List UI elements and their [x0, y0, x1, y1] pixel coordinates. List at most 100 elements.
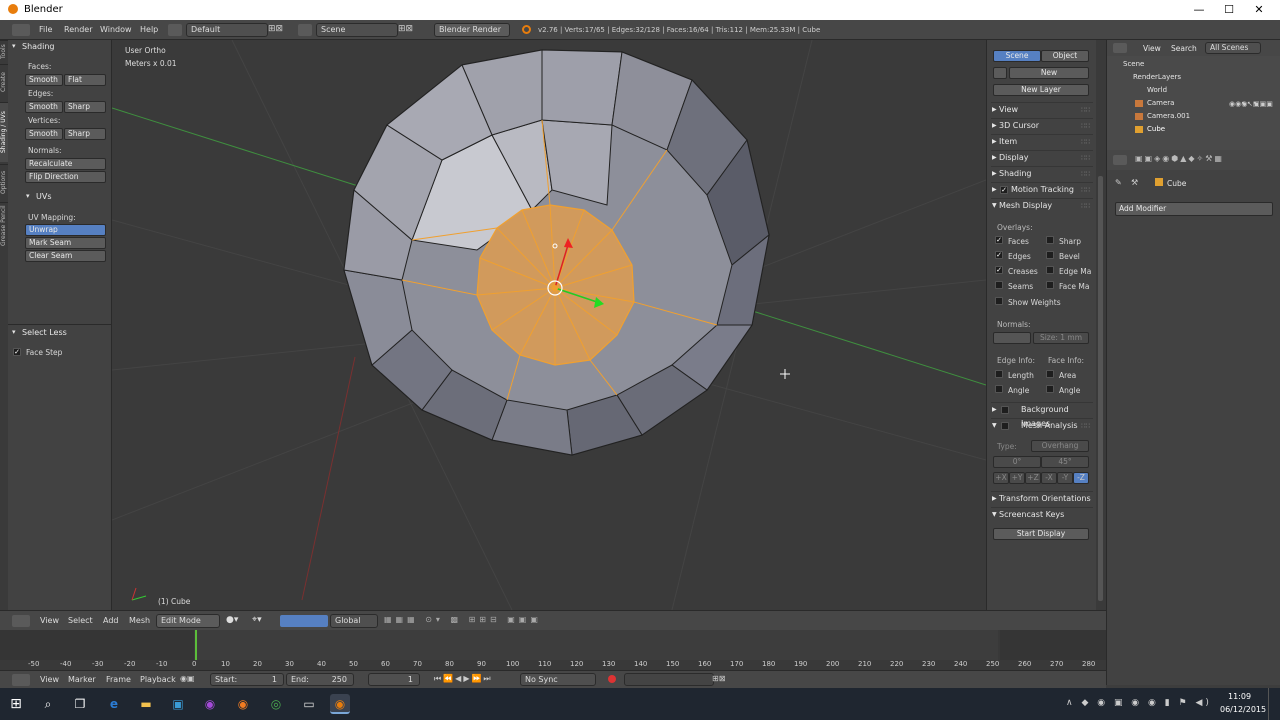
vp-menu-select[interactable]: Select	[68, 616, 93, 625]
render-engine-select[interactable]: Blender Render	[434, 23, 510, 37]
keying-set-field[interactable]	[624, 673, 714, 686]
vp-menu-mesh[interactable]: Mesh	[129, 616, 150, 625]
screen-layout-field[interactable]: Default	[186, 23, 268, 37]
tab-create[interactable]: Create	[0, 64, 8, 100]
panel-screencast-keys[interactable]: ▼ Screencast Keys	[991, 507, 1093, 521]
tl-menu-frame[interactable]: Frame	[106, 675, 131, 684]
edge-angle-checkbox[interactable]	[995, 385, 1003, 393]
outliner-editor-icon[interactable]	[1113, 43, 1127, 53]
mode-select[interactable]: Edit Mode	[156, 614, 220, 628]
search-icon[interactable]: ⌕	[38, 694, 58, 714]
properties-editor-icon[interactable]	[1113, 155, 1127, 165]
tl-menu-playback[interactable]: Playback	[140, 675, 176, 684]
axis-minus-y-button[interactable]: -Y	[1057, 472, 1073, 484]
outliner-search-menu[interactable]: Search	[1171, 44, 1197, 53]
panel-item[interactable]: ▶ Item ∷∷	[991, 134, 1093, 148]
axis-plus-y-button[interactable]: +Y	[1009, 472, 1025, 484]
selectability-arrow-icon[interactable]: ↖↖↖	[1241, 98, 1259, 134]
creases-overlay-checkbox[interactable]: ✓	[995, 266, 1003, 274]
menu-help[interactable]: Help	[140, 25, 158, 34]
outliner-view-menu[interactable]: View	[1143, 44, 1161, 53]
menu-render[interactable]: Render	[64, 25, 92, 34]
tl-menu-view[interactable]: View	[40, 675, 59, 684]
shading-panel-header[interactable]: Shading	[22, 42, 55, 51]
outliner-cube[interactable]: Cube	[1147, 125, 1165, 133]
outliner-world[interactable]: World	[1147, 86, 1167, 94]
add-modifier-button[interactable]: Add Modifier	[1115, 202, 1273, 216]
tab-options[interactable]: Options	[0, 164, 8, 200]
clock-date[interactable]: 06/12/2015	[1220, 705, 1266, 714]
panel-background-images[interactable]: ▶ Background Images	[991, 402, 1093, 428]
panel-transform-orientations[interactable]: ▶ Transform Orientations	[991, 491, 1093, 505]
edges-smooth-button[interactable]: Smooth	[25, 101, 63, 113]
faces-smooth-button[interactable]: Smooth	[25, 74, 63, 86]
store-icon[interactable]: ▣	[168, 694, 188, 714]
viewport-editor-icon[interactable]	[12, 615, 30, 627]
panel-mesh-display[interactable]: ▼ Mesh Display ∷∷	[991, 198, 1093, 212]
chrome-icon[interactable]: ◎	[266, 694, 286, 714]
length-checkbox[interactable]	[995, 370, 1003, 378]
blender-taskbar-icon[interactable]: ◉	[330, 694, 350, 714]
panel-view[interactable]: ▶ View ∷∷	[991, 102, 1093, 116]
axis-minus-x-button[interactable]: -X	[1041, 472, 1057, 484]
pin-icon[interactable]: ✎	[1115, 178, 1122, 187]
panel-3d-cursor[interactable]: ▶ 3D Cursor ∷∷	[991, 118, 1093, 132]
faces-overlay-checkbox[interactable]: ✓	[995, 236, 1003, 244]
sharp-overlay-checkbox[interactable]	[1046, 236, 1054, 244]
menu-file[interactable]: File	[39, 25, 52, 34]
axis-plus-z-button[interactable]: +Z	[1025, 472, 1041, 484]
minimize-button[interactable]: —	[1184, 2, 1214, 18]
uvs-collapse-icon[interactable]: ▾	[26, 192, 30, 200]
clear-seam-button[interactable]: Clear Seam	[25, 250, 106, 262]
vertices-sharp-button[interactable]: Sharp	[64, 128, 106, 140]
tab-tools[interactable]: Tools	[0, 40, 8, 62]
outliner-scene[interactable]: Scene	[1123, 60, 1144, 68]
system-tray-icons[interactable]: ∧ ◆ ◉ ▣ ◉ ◉ ▮ ⚑ ◀)	[1066, 698, 1226, 710]
analysis-type-select[interactable]: Overhang	[1031, 440, 1089, 452]
panel-display[interactable]: ▶ Display ∷∷	[991, 150, 1093, 164]
timeline[interactable]: -50 -40 -30 -20 -10 0 10 20 30 40 50 60 …	[0, 630, 1106, 670]
operator-panel-header[interactable]: Select Less	[22, 328, 67, 337]
layout-grid-icon[interactable]	[168, 24, 182, 36]
unwrap-button[interactable]: Unwrap	[25, 224, 106, 236]
normals-size-field[interactable]: Size: 1 mm	[1033, 332, 1089, 344]
panel-collapse-icon[interactable]: ▾	[12, 42, 16, 50]
playback-controls[interactable]: ⏮⏪◀▶⏩⏭	[434, 674, 510, 686]
properties-context-tabs[interactable]: ▣▣◈◉⬢▲◆✧⚒▦	[1135, 154, 1275, 166]
visibility-eye-icon[interactable]: ◉◉◉	[1229, 98, 1247, 134]
show-desktop-button[interactable]	[1268, 688, 1276, 720]
edges-sharp-button[interactable]: Sharp	[64, 101, 106, 113]
3d-viewport[interactable]: User Ortho Meters x 0.01 (1) Cube	[112, 40, 986, 610]
edges-overlay-checkbox[interactable]: ✓	[995, 251, 1003, 259]
end-frame-field[interactable]: End: 250	[286, 673, 354, 686]
transform-orientation-select[interactable]: Global	[330, 614, 378, 628]
task-view-icon[interactable]: ❐	[70, 694, 90, 714]
layout-add-remove-icon[interactable]: ⊞⊠	[268, 24, 290, 36]
seams-overlay-checkbox[interactable]	[995, 281, 1003, 289]
tab-grease-pencil[interactable]: Grease Pencil	[0, 202, 8, 248]
file-explorer-icon[interactable]: ▬	[136, 694, 156, 714]
edge-browser-icon[interactable]: e	[104, 694, 124, 714]
current-frame-marker[interactable]	[195, 630, 197, 660]
scene-icon[interactable]	[298, 24, 312, 36]
timeline-editor-icon[interactable]	[12, 674, 30, 686]
start-frame-field[interactable]: Start: 1	[210, 673, 284, 686]
npanel-scroll-thumb[interactable]	[1098, 176, 1103, 601]
flip-direction-button[interactable]: Flip Direction	[25, 171, 106, 183]
new-button[interactable]: New	[1009, 67, 1089, 79]
terminal-icon[interactable]: ▭	[299, 694, 319, 714]
axis-minus-z-button[interactable]: -Z	[1073, 472, 1089, 484]
preview-range-icons[interactable]: ◉▣	[180, 674, 206, 686]
face-angle-checkbox[interactable]	[1046, 385, 1054, 393]
tab-object[interactable]: Object	[1041, 50, 1089, 62]
scene-field[interactable]: Scene	[316, 23, 398, 37]
record-icon[interactable]	[608, 675, 616, 683]
tl-menu-marker[interactable]: Marker	[68, 675, 96, 684]
panel-mesh-analysis[interactable]: ▼ Mesh Analysis ∷∷	[991, 418, 1093, 432]
outliner-filter-select[interactable]: All Scenes	[1205, 42, 1261, 54]
close-button[interactable]: ✕	[1244, 2, 1274, 18]
vp-menu-view[interactable]: View	[40, 616, 59, 625]
maximize-button[interactable]: ☐	[1214, 2, 1244, 18]
layer-and-snap-icons[interactable]: ▦▦▦ ⊙▾ ▩ ⊞⊞⊟ ▣▣▣	[384, 615, 574, 627]
npanel-scrollbar[interactable]	[1096, 40, 1106, 610]
